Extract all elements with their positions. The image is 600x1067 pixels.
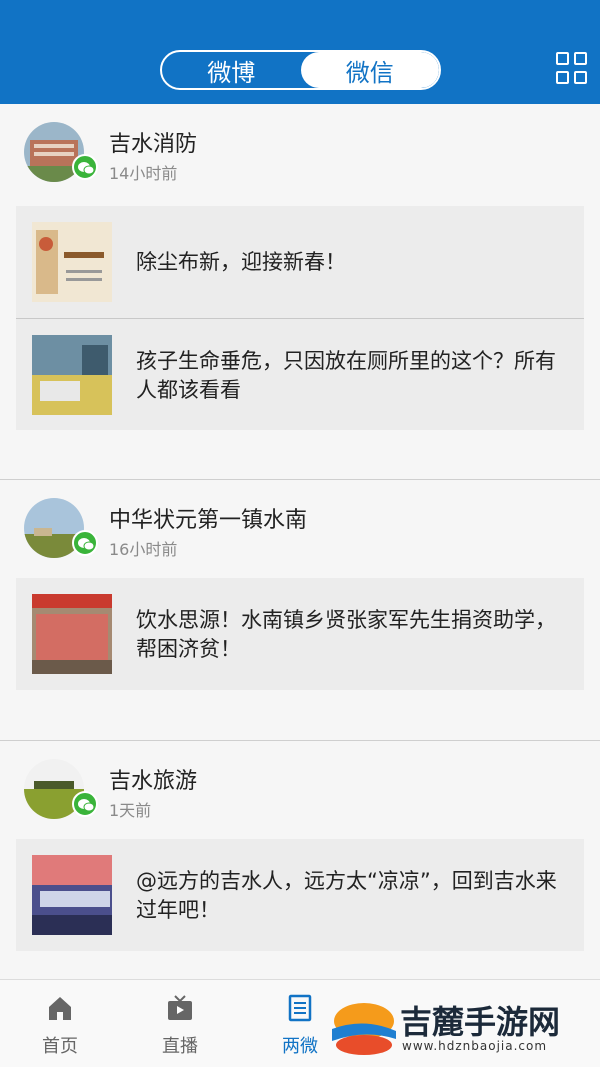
home-icon [49, 997, 71, 1020]
grid-menu-icon[interactable] [556, 52, 588, 86]
feed-card: 吉水消防 14小时前 除尘布新，迎接新春！ 孩子生命垂危，只因放在厕所里的这个？… [0, 104, 600, 479]
wechat-icon [72, 791, 98, 817]
article-thumbnail [32, 222, 112, 302]
article-title: 除尘布新，迎接新春！ [136, 250, 346, 274]
post-time: 14小时前 [109, 164, 178, 183]
article-thumbnail [32, 594, 112, 674]
article-item[interactable]: 孩子生命垂危，只因放在厕所里的这个？所有人都该看看 [16, 318, 584, 430]
tab-live[interactable]: 直播 [120, 980, 240, 1067]
top-header: 微博 微信 [0, 0, 600, 104]
watermark-text: 吉麓手游网 [400, 1003, 561, 1041]
tab-label: 首页 [42, 1036, 78, 1057]
wechat-icon [72, 154, 98, 180]
article-thumbnail [32, 335, 112, 415]
article-item[interactable]: 除尘布新，迎接新春！ [16, 206, 584, 318]
feed-card: 中华状元第一镇水南 16小时前 饮水思源！水南镇乡贤张家军先生捐资助学，帮困济贫… [0, 479, 600, 740]
document-icon [288, 994, 312, 1022]
tab-weibo[interactable]: 微博 [162, 52, 301, 88]
author-name: 吉水旅游 [109, 769, 198, 794]
watermark-logo-icon [332, 1003, 396, 1055]
watermark-url: www.hdznbaojia.com [402, 1039, 548, 1053]
feed-card: 吉水旅游 1天前 @远方的吉水人，远方太“凉凉”，回到吉水来过年吧！ [0, 740, 600, 979]
tab-label: 直播 [162, 1036, 198, 1057]
tab-wechat[interactable]: 微信 [300, 52, 439, 88]
tab-home[interactable]: 首页 [0, 980, 120, 1067]
article-title: 饮水思源！水南镇乡贤张家军先生捐资助学，帮困济贫！ [136, 608, 556, 661]
article-thumbnail [32, 855, 112, 935]
site-watermark: 吉麓手游网 www.hdznbaojia.com [330, 993, 592, 1063]
post-time: 16小时前 [109, 540, 178, 559]
article-item[interactable]: @远方的吉水人，远方太“凉凉”，回到吉水来过年吧！ [16, 839, 584, 951]
source-switch: 微博 微信 [160, 50, 441, 90]
author-name: 中华状元第一镇水南 [109, 508, 308, 533]
article-title: @远方的吉水人，远方太“凉凉”，回到吉水来过年吧！ [136, 869, 557, 922]
wechat-icon [72, 530, 98, 556]
article-title: 孩子生命垂危，只因放在厕所里的这个？所有人都该看看 [136, 349, 556, 402]
tv-icon [168, 995, 192, 1020]
post-time: 1天前 [109, 801, 152, 820]
article-item[interactable]: 饮水思源！水南镇乡贤张家军先生捐资助学，帮困济贫！ [16, 578, 584, 690]
author-name: 吉水消防 [109, 132, 198, 157]
